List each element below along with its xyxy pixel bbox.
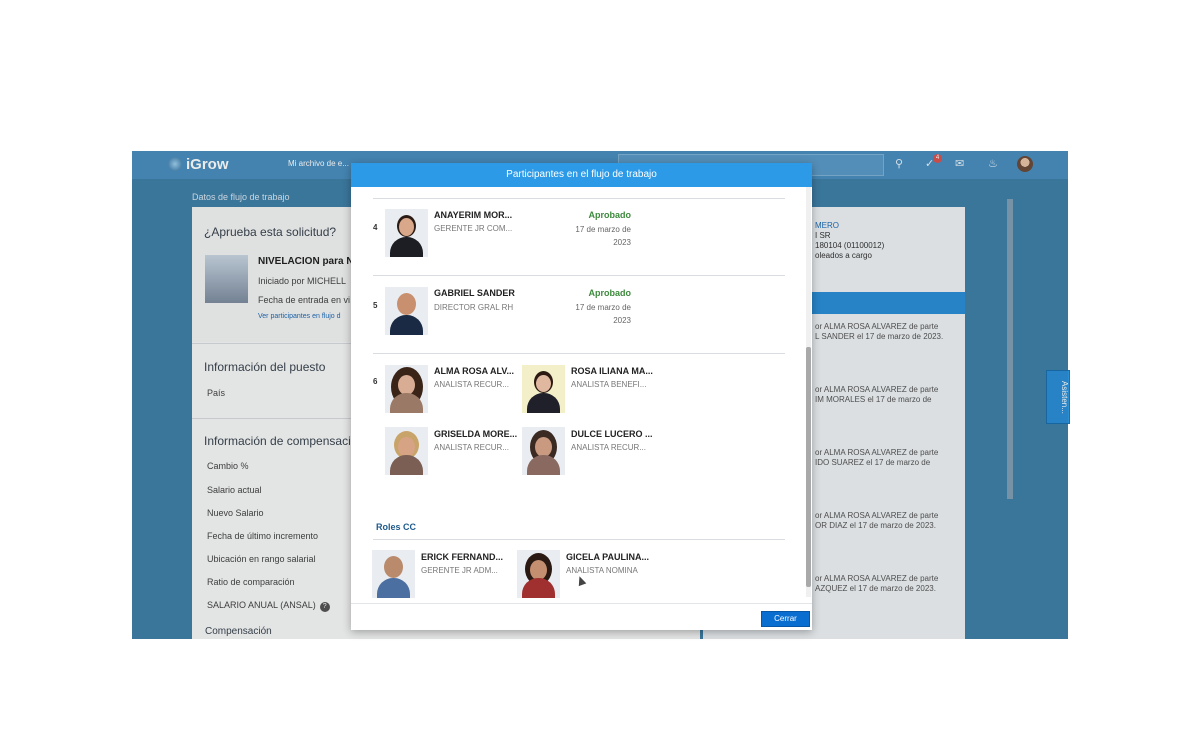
status-badge: Aprobado [588, 288, 632, 298]
participant-photo [522, 427, 565, 475]
mouse-cursor-icon [575, 574, 587, 587]
divider [373, 539, 785, 540]
participant-name: GABRIEL SANDER [434, 288, 515, 298]
participant-photo [522, 365, 565, 413]
participant-name: ROSA ILIANA MA... [571, 366, 653, 376]
close-button[interactable]: Cerrar [761, 611, 810, 627]
step-number: 6 [373, 377, 378, 386]
participant-photo [372, 550, 415, 598]
participant-role: ANALISTA BENEFI... [571, 380, 647, 389]
divider [373, 275, 785, 276]
status-date: 17 de marzo de 2023 [575, 303, 631, 325]
participant-photo [385, 365, 428, 413]
status-badge: Aprobado [588, 210, 632, 220]
participant-photo [385, 287, 428, 335]
participant-name: GICELA PAULINA... [566, 552, 649, 562]
dialog-footer-divider [351, 603, 812, 604]
participant-name: ANAYERIM MOR... [434, 210, 513, 220]
dialog-body: 4 ANAYERIM MOR... GERENTE JR COM... Apro… [351, 187, 812, 599]
dialog-scrollbar-thumb[interactable] [806, 347, 811, 587]
participant-role: ANALISTA RECUR... [434, 443, 509, 452]
participant-photo [385, 209, 428, 257]
divider [373, 198, 785, 199]
participant-role: ANALISTA RECUR... [434, 380, 509, 389]
dialog-title: Participantes en el flujo de trabajo [351, 163, 812, 187]
participant-role: GERENTE JR ADM... [421, 566, 498, 575]
participant-name: DULCE LUCERO ... [571, 429, 653, 439]
step-number: 4 [373, 223, 378, 232]
participant-name: GRISELDA MORE... [434, 429, 518, 439]
participant-role: ANALISTA NOMINA [566, 566, 638, 575]
participant-role: ANALISTA RECUR... [571, 443, 646, 452]
status-date: 17 de marzo de 2023 [575, 225, 631, 247]
divider [373, 353, 785, 354]
participant-photo [517, 550, 560, 598]
participant-photo [385, 427, 428, 475]
participant-name: ERICK FERNAND... [421, 552, 504, 562]
step-number: 5 [373, 301, 378, 310]
participant-name: ALMA ROSA ALV... [434, 366, 515, 376]
participant-role: DIRECTOR GRAL RH [434, 303, 514, 312]
participant-role: GERENTE JR COM... [434, 224, 513, 233]
roles-cc-heading: Roles CC [376, 522, 417, 532]
participants-dialog: Participantes en el flujo de trabajo 4 A… [351, 163, 812, 630]
